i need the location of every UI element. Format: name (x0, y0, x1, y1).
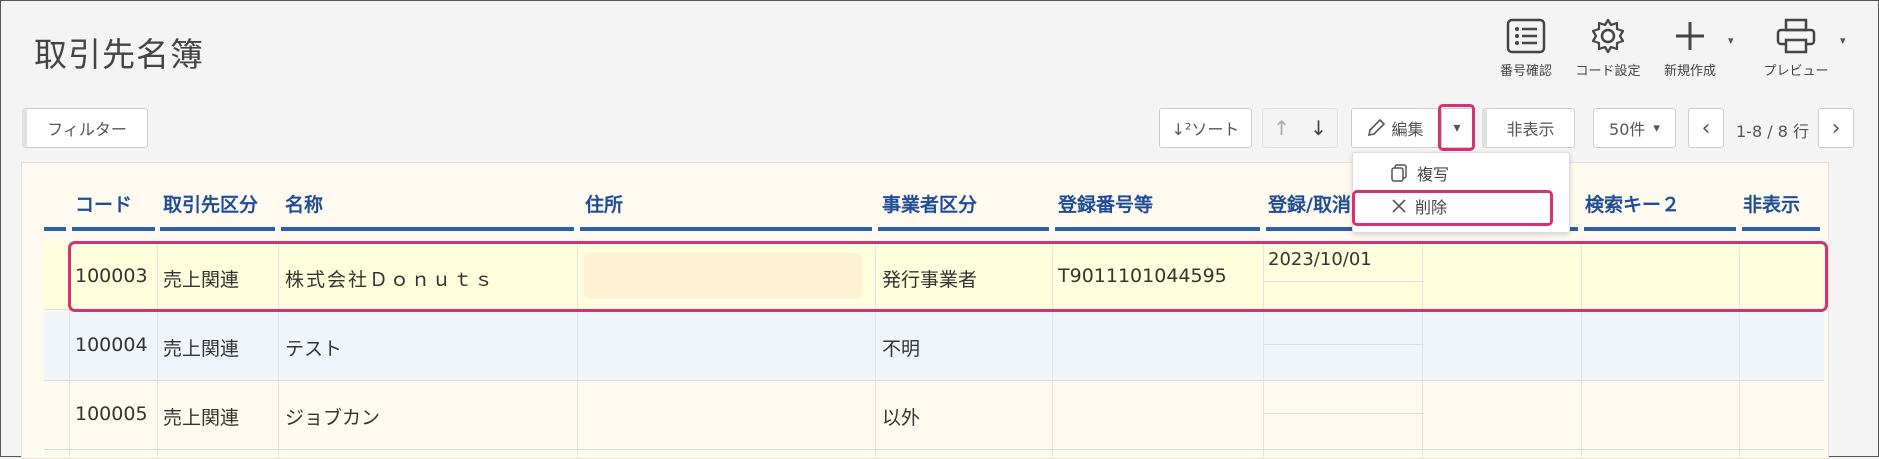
plus-icon (1676, 22, 1704, 50)
page-title: 取引先名簿 (34, 35, 204, 74)
preview-button[interactable]: プレビュー (1755, 18, 1837, 79)
edit-button[interactable]: 編集 (1351, 108, 1439, 148)
table-row[interactable]: 100005 売上関連 ジョブカン 以外 (44, 381, 1824, 450)
menu-item-copy-label: 複写 (1417, 165, 1450, 184)
number-check-label: 番号確認 (1499, 64, 1552, 79)
cell-category: 売上関連 (163, 338, 240, 360)
cell-code: 100005 (75, 403, 148, 425)
cell-business-type: 以外 (882, 407, 921, 429)
chevron-left-icon: ‹ (1701, 115, 1711, 141)
column-header-address[interactable]: 住所 (585, 190, 623, 217)
column-header-category[interactable]: 取引先区分 (163, 190, 258, 217)
header-rule (878, 227, 1049, 231)
chevron-right-icon: › (1831, 115, 1841, 141)
edit-dropdown-highlight (1438, 104, 1475, 151)
cell-name: ジョブカン (285, 407, 381, 429)
per-page-select[interactable]: 50件 ▾ (1593, 108, 1676, 148)
code-settings-label: コード設定 (1575, 64, 1641, 79)
sort-button[interactable]: ↓²ソート (1159, 108, 1252, 148)
new-create-button[interactable]: 新規作成 (1655, 18, 1725, 79)
header-rule (1055, 227, 1260, 231)
filter-label: フィルター (47, 120, 127, 139)
cell-category: 売上関連 (163, 407, 240, 429)
column-header-search-key-2[interactable]: 検索キー２ (1585, 190, 1680, 217)
gear-icon (1591, 18, 1625, 54)
per-page-caret: ▾ (1653, 120, 1660, 136)
delete-item-highlight (1352, 190, 1553, 226)
column-header-registration-status[interactable]: 登録/取消 (1268, 190, 1351, 217)
list-icon (1506, 18, 1546, 54)
move-buttons: ↑ ↓ (1262, 108, 1338, 148)
next-page-button[interactable]: › (1818, 108, 1854, 148)
cell-name: テスト (285, 338, 343, 360)
column-header-hidden[interactable]: 非表示 (1743, 190, 1800, 217)
header-rule (1584, 227, 1736, 231)
filter-button[interactable]: フィルター (22, 108, 148, 148)
subcell-divider (1264, 344, 1424, 345)
new-create-label: 新規作成 (1663, 64, 1716, 79)
column-header-code[interactable]: コード (75, 190, 132, 217)
cell-code: 100004 (75, 334, 148, 356)
per-page-value: 50件 (1609, 120, 1646, 139)
copy-icon (1391, 164, 1407, 182)
selected-row-highlight (68, 241, 1828, 312)
preview-dropdown-caret[interactable]: ▾ (1840, 34, 1846, 47)
move-up-button[interactable]: ↑ (1273, 116, 1290, 140)
header-rule (160, 227, 275, 231)
sort-label: ↓²ソート (1171, 120, 1240, 139)
move-down-button[interactable]: ↓ (1310, 116, 1327, 140)
header-rule (1742, 227, 1820, 231)
header-rule (44, 227, 66, 231)
page-info: 1-8 / 8 行 (1736, 122, 1809, 141)
hide-button[interactable]: 非表示 (1482, 108, 1575, 148)
menu-item-copy[interactable]: 複写 (1389, 161, 1449, 185)
column-header-registration-number[interactable]: 登録番号等 (1058, 190, 1153, 217)
printer-icon (1776, 18, 1816, 54)
header-rule (72, 227, 155, 231)
pencil-icon (1368, 118, 1386, 137)
prev-page-button[interactable]: ‹ (1688, 108, 1724, 148)
new-create-dropdown-caret[interactable]: ▾ (1728, 34, 1734, 47)
edit-label: 編集 (1391, 120, 1424, 139)
number-check-button[interactable]: 番号確認 (1491, 18, 1561, 79)
preview-label: プレビュー (1763, 64, 1829, 79)
subcell-divider (1264, 413, 1424, 414)
header-rule (580, 227, 872, 231)
code-settings-button[interactable]: コード設定 (1568, 18, 1648, 79)
column-header-name[interactable]: 名称 (285, 190, 323, 217)
hide-label: 非表示 (1506, 120, 1555, 139)
cell-business-type: 不明 (882, 338, 921, 360)
header-rule (281, 227, 574, 231)
column-header-business-type[interactable]: 事業者区分 (882, 190, 977, 217)
table-row[interactable]: 100004 売上関連 テスト 不明 (44, 312, 1824, 381)
